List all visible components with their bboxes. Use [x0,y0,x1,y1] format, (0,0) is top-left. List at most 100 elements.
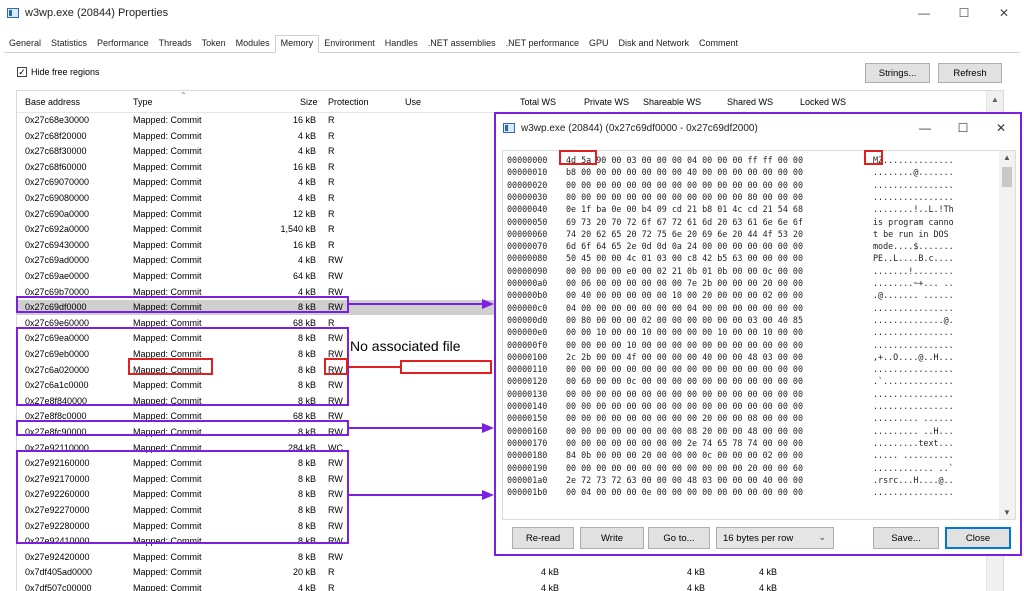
hex-ascii: .......!........ [873,265,954,276]
bytes-per-row-select[interactable]: 16 bytes per row ⌄ [716,527,834,549]
tab-net-performance[interactable]: .NET performance [501,35,584,52]
hex-bytes: b8 00 00 00 00 00 00 00 40 00 00 00 00 0… [566,167,803,178]
hex-offset: 00000170 [507,437,548,448]
col-protection[interactable]: Protection [328,97,369,107]
cell-protection: R [328,567,335,578]
tab-gpu[interactable]: GPU [584,35,614,52]
hex-scrollbar[interactable]: ▲ ▼ [999,151,1015,519]
hex-offset: 000001a0 [507,474,548,485]
col-size[interactable]: Size [300,97,318,107]
tab-performance[interactable]: Performance [92,35,154,52]
hex-viewer-title: w3wp.exe (20844) (0x27c69df0000 - 0x27c6… [521,122,758,134]
cell-protection: R [328,161,335,172]
hex-bytes: 00 00 00 00 00 00 00 00 00 00 00 00 00 0… [566,401,803,411]
window-title: w3wp.exe (20844) Properties [25,7,169,19]
hide-free-regions-label: Hide free regions [31,67,100,77]
hex-ascii: PE..L....B.c.... [873,253,954,264]
tab-threads[interactable]: Threads [154,35,197,52]
cell-shareable-ws: 4 kB [686,583,705,591]
bytes-per-row-value: 16 bytes per row [723,532,794,544]
col-locked-ws[interactable]: Locked WS [800,97,846,107]
col-total-ws[interactable]: Total WS [520,97,556,107]
hex-ascii: ................ [873,487,954,498]
cell-protection: R [328,193,335,203]
hex-dump-view[interactable]: 00000000 4d 5a 90 00 03 00 00 00 04 00 00… [502,150,1016,520]
cell-size: 4 kB [297,255,316,266]
scroll-up-icon[interactable]: ▲ [991,95,999,104]
hex-offset: 00000060 [507,228,548,239]
hex-bytes: 00 04 00 00 00 0e 00 00 00 00 00 00 00 0… [566,487,803,498]
table-row[interactable]: 0x7df507c00000 Mapped: Commit 4 kB R 4 kB 4 k… [17,581,987,591]
cell-shared-ws: 4 kB [758,583,777,591]
hex-ascii: ................ [873,339,954,350]
cell-base-address: 0x27c690a0000 [25,208,90,219]
hex-ascii: is program canno [873,216,954,227]
hex-bytes: 00 80 00 00 00 02 00 00 00 00 00 00 03 0… [566,314,803,325]
refresh-button[interactable]: Refresh [938,63,1002,83]
close-button[interactable]: ✕ [984,0,1024,26]
col-private-ws[interactable]: Private WS [584,97,629,107]
cell-base-address: 0x27c69ad0000 [25,255,90,266]
cell-type: Mapped: Commit [133,224,202,235]
hex-ascii: ........!..L.!Th [873,204,954,215]
hex-offset: 000000c0 [507,302,548,313]
write-button[interactable]: Write [580,527,644,549]
tab-statistics[interactable]: Statistics [46,35,92,52]
cell-type: Mapped: Commit [133,161,202,172]
hex-offset: 00000020 [507,179,548,190]
cell-size: 1,540 kB [280,224,316,235]
col-base-address[interactable]: Base address [25,97,80,107]
hex-minimize-button[interactable]: — [906,114,944,142]
hex-maximize-button[interactable]: ☐ [944,114,982,142]
hex-offset: 00000030 [507,191,548,202]
hex-scroll-thumb[interactable] [1002,167,1012,187]
hex-scroll-up-icon[interactable]: ▲ [1003,153,1011,162]
col-shared-ws[interactable]: Shared WS [727,97,773,107]
chevron-down-icon: ⌄ [818,532,826,542]
tab-comment[interactable]: Comment [694,35,743,52]
hide-free-regions-control[interactable]: ✓ Hide free regions [17,67,100,77]
hex-ascii: ................ [873,388,954,399]
cell-shared-ws: 4 kB [758,567,777,578]
cell-type: Mapped: Commit [133,583,202,591]
tab-net-assemblies[interactable]: .NET assemblies [423,35,501,52]
hex-bytes: 00 00 00 00 00 00 00 00 00 00 00 00 80 0… [566,191,803,202]
col-shareable-ws[interactable]: Shareable WS [643,97,701,107]
cell-size: 4 kB [297,130,316,141]
goto-button[interactable]: Go to... [648,527,710,549]
hex-ascii: MZ.............. [873,155,954,165]
save-button[interactable]: Save... [873,527,939,549]
hex-offset: 000000e0 [507,327,548,338]
tab-disk-and-network[interactable]: Disk and Network [614,35,695,52]
col-use[interactable]: Use [405,97,421,107]
table-row[interactable]: 0x7df405ad0000 Mapped: Commit 20 kB R 4 kB 4 … [17,565,987,580]
red-arrow-line [349,366,400,368]
tab-token[interactable]: Token [197,35,231,52]
minimize-button[interactable]: — [904,0,944,26]
strings-button[interactable]: Strings... [865,63,930,83]
highlight-box-selected-region [16,296,349,313]
tab-general[interactable]: General [4,35,46,52]
maximize-button[interactable]: ☐ [944,0,984,26]
hex-bytes: 00 00 00 00 00 00 00 00 00 00 00 00 20 0… [566,462,803,473]
hide-free-regions-checkbox[interactable]: ✓ [17,67,27,77]
sort-ascending-icon: ⌃ [180,91,187,100]
hex-bytes: 2c 2b 00 00 4f 00 00 00 00 40 00 00 48 0… [566,351,803,362]
hex-bytes: 00 60 00 00 0c 00 00 00 00 00 00 00 00 0… [566,376,803,387]
hex-ascii: .rsrc...H....@.. [873,474,954,485]
col-type[interactable]: Type [133,97,153,107]
cell-shareable-ws: 4 kB [686,567,705,578]
hex-offset: 00000090 [507,265,548,276]
tab-memory[interactable]: Memory [274,35,320,53]
cell-type: Mapped: Commit [133,177,202,188]
tab-environment[interactable]: Environment [319,35,380,52]
reread-button[interactable]: Re-read [512,527,574,549]
hex-scroll-down-icon[interactable]: ▼ [1003,508,1011,517]
highlight-box-empty-use [400,360,492,374]
tab-handles[interactable]: Handles [380,35,423,52]
hex-ascii: ,+..O....@..H... [873,351,954,362]
hex-close-button[interactable]: ✕ [982,114,1020,142]
close-dialog-button[interactable]: Close [945,527,1011,549]
tab-modules[interactable]: Modules [231,35,275,52]
hex-bytes: 00 00 00 00 00 00 00 00 00 20 00 00 08 0… [566,413,803,424]
